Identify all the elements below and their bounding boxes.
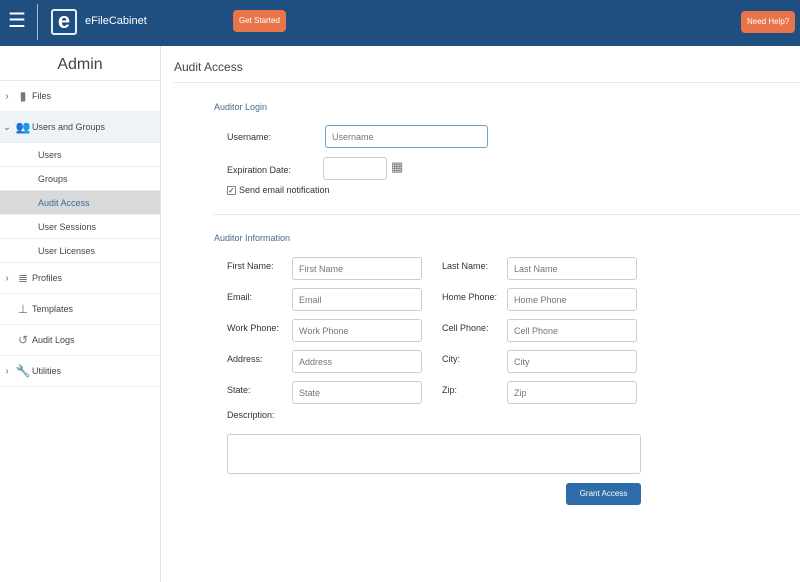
chevron-down-icon: ⌄ (2, 121, 12, 133)
zip-label: Zip: (442, 385, 458, 395)
divider (214, 214, 800, 215)
page-title: Audit Access (174, 60, 243, 74)
hamburger-menu-icon[interactable]: ☰ (8, 11, 26, 31)
description-label: Description: (227, 410, 275, 420)
auditor-information-heading: Auditor Information (214, 233, 291, 243)
list-icon: ≣ (17, 270, 29, 285)
wrench-icon: 🔧 (15, 363, 31, 378)
sidebar-title: Admin (0, 46, 160, 81)
sidebar-subitem-audit-access[interactable]: Audit Access (0, 191, 160, 215)
sidebar-subitem-groups[interactable]: Groups (0, 167, 160, 191)
first-name-input[interactable] (292, 257, 422, 280)
sidebar-subitem-users[interactable]: Users (0, 143, 160, 167)
first-name-label: First Name: (227, 261, 274, 271)
email-label: Email: (227, 292, 253, 302)
send-email-label: Send email notification (239, 185, 330, 195)
work-phone-label: Work Phone: (227, 323, 279, 333)
sidebar-item-templates[interactable]: ⊥ Templates (0, 294, 160, 325)
hierarchy-icon: ⊥ (17, 301, 29, 316)
sidebar-subitem-user-licenses[interactable]: User Licenses (0, 239, 160, 263)
home-phone-label: Home Phone: (442, 292, 498, 302)
send-email-checkbox[interactable]: ✓ Send email notification (227, 185, 330, 195)
last-name-input[interactable] (507, 257, 637, 280)
sidebar-item-users-and-groups[interactable]: ⌄ 👥 Users and Groups (0, 112, 160, 143)
divider (174, 82, 800, 83)
username-label: Username: (227, 132, 272, 142)
expiration-date-label: Expiration Date: (227, 165, 292, 175)
sidebar-item-label: Audit Logs (32, 334, 75, 345)
description-textarea[interactable] (227, 434, 641, 474)
divider (37, 4, 38, 40)
sidebar-item-profiles[interactable]: › ≣ Profiles (0, 263, 160, 294)
main-content: Audit Access Auditor Login Username: Exp… (161, 46, 800, 582)
sidebar: Admin › ▮ Files ⌄ 👥 Users and Groups Users G… (0, 46, 161, 582)
cell-phone-input[interactable] (507, 319, 637, 342)
sidebar-item-label: Profiles (32, 272, 63, 283)
home-phone-input[interactable] (507, 288, 637, 311)
expiration-date-input[interactable] (323, 157, 387, 180)
sidebar-item-label: Files (32, 90, 52, 101)
sidebar-item-label: Users and Groups (32, 121, 106, 132)
file-icon: ▮ (19, 88, 27, 103)
need-help-button[interactable]: Need Help? (741, 11, 796, 33)
sidebar-subitem-user-sessions[interactable]: User Sessions (0, 215, 160, 239)
chevron-right-icon: › (5, 365, 9, 377)
city-label: City: (442, 354, 460, 364)
auditor-login-heading: Auditor Login (214, 102, 268, 112)
email-input[interactable] (292, 288, 422, 311)
brand-name: eFileCabinet (85, 15, 147, 27)
sidebar-item-utilities[interactable]: › 🔧 Utilities (0, 356, 160, 387)
cell-phone-label: Cell Phone: (442, 323, 489, 333)
chevron-right-icon: › (5, 90, 9, 102)
top-bar: ☰ e eFileCabinet Get Started Need Help? (0, 0, 800, 46)
zip-input[interactable] (507, 381, 637, 404)
state-input[interactable] (292, 381, 422, 404)
sidebar-item-label: Templates (32, 303, 74, 314)
users-icon: 👥 (15, 119, 31, 134)
sidebar-item-files[interactable]: › ▮ Files (0, 81, 160, 112)
sidebar-item-label: Utilities (32, 365, 62, 376)
username-input[interactable] (325, 125, 488, 148)
calendar-icon[interactable]: ▦ (391, 159, 403, 175)
address-label: Address: (227, 354, 263, 364)
grant-access-button[interactable]: Grant Access (566, 483, 641, 505)
history-icon: ↺ (17, 332, 29, 347)
logo-icon[interactable]: e (51, 9, 77, 35)
checkbox-checked-icon[interactable]: ✓ (227, 185, 236, 195)
get-started-button[interactable]: Get Started (233, 10, 286, 32)
city-input[interactable] (507, 350, 637, 373)
address-input[interactable] (292, 350, 422, 373)
state-label: State: (227, 385, 251, 395)
sidebar-item-audit-logs[interactable]: ↺ Audit Logs (0, 325, 160, 356)
chevron-right-icon: › (5, 272, 9, 284)
work-phone-input[interactable] (292, 319, 422, 342)
last-name-label: Last Name: (442, 261, 489, 271)
